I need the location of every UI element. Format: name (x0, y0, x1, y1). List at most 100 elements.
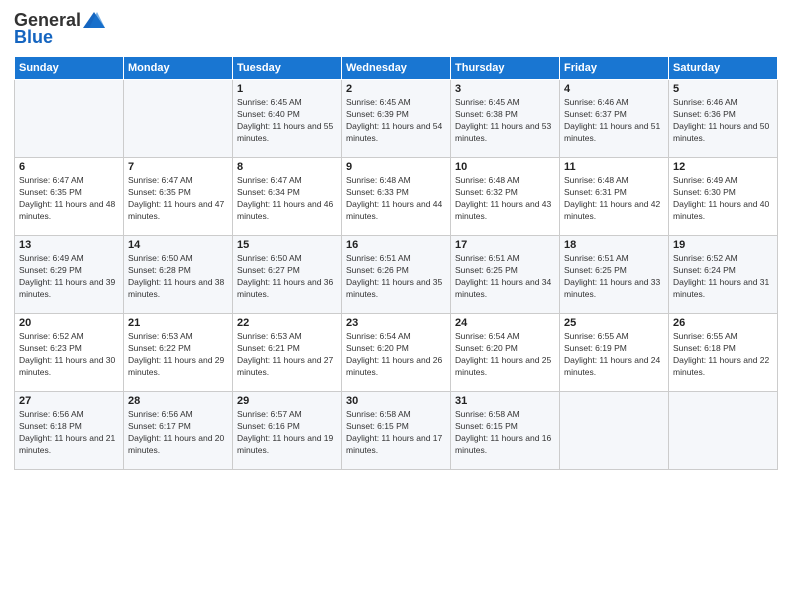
day-info: Sunrise: 6:56 AMSunset: 6:17 PMDaylight:… (128, 409, 224, 455)
day-number: 25 (564, 317, 664, 329)
calendar-cell: 24 Sunrise: 6:54 AMSunset: 6:20 PMDaylig… (451, 314, 560, 392)
day-number: 24 (455, 317, 555, 329)
weekday-header: Monday (124, 57, 233, 80)
calendar-cell: 23 Sunrise: 6:54 AMSunset: 6:20 PMDaylig… (342, 314, 451, 392)
calendar-cell: 26 Sunrise: 6:55 AMSunset: 6:18 PMDaylig… (669, 314, 778, 392)
day-number: 18 (564, 239, 664, 251)
calendar-cell: 18 Sunrise: 6:51 AMSunset: 6:25 PMDaylig… (560, 236, 669, 314)
calendar-cell: 11 Sunrise: 6:48 AMSunset: 6:31 PMDaylig… (560, 158, 669, 236)
calendar-cell: 8 Sunrise: 6:47 AMSunset: 6:34 PMDayligh… (233, 158, 342, 236)
day-info: Sunrise: 6:52 AMSunset: 6:24 PMDaylight:… (673, 253, 769, 299)
day-number: 8 (237, 161, 337, 173)
calendar-cell: 25 Sunrise: 6:55 AMSunset: 6:19 PMDaylig… (560, 314, 669, 392)
calendar-cell: 27 Sunrise: 6:56 AMSunset: 6:18 PMDaylig… (15, 392, 124, 470)
calendar-cell: 15 Sunrise: 6:50 AMSunset: 6:27 PMDaylig… (233, 236, 342, 314)
day-info: Sunrise: 6:55 AMSunset: 6:18 PMDaylight:… (673, 331, 769, 377)
calendar-cell: 16 Sunrise: 6:51 AMSunset: 6:26 PMDaylig… (342, 236, 451, 314)
day-number: 27 (19, 395, 119, 407)
weekday-header: Thursday (451, 57, 560, 80)
header: General Blue (14, 10, 778, 48)
day-info: Sunrise: 6:48 AMSunset: 6:33 PMDaylight:… (346, 175, 442, 221)
weekday-header: Saturday (669, 57, 778, 80)
day-info: Sunrise: 6:51 AMSunset: 6:26 PMDaylight:… (346, 253, 442, 299)
day-number: 21 (128, 317, 228, 329)
day-number: 23 (346, 317, 446, 329)
calendar-cell (15, 80, 124, 158)
calendar-cell: 21 Sunrise: 6:53 AMSunset: 6:22 PMDaylig… (124, 314, 233, 392)
day-number: 14 (128, 239, 228, 251)
day-number: 5 (673, 83, 773, 95)
day-number: 22 (237, 317, 337, 329)
day-info: Sunrise: 6:54 AMSunset: 6:20 PMDaylight:… (346, 331, 442, 377)
calendar-cell: 5 Sunrise: 6:46 AMSunset: 6:36 PMDayligh… (669, 80, 778, 158)
calendar-cell: 7 Sunrise: 6:47 AMSunset: 6:35 PMDayligh… (124, 158, 233, 236)
day-info: Sunrise: 6:53 AMSunset: 6:21 PMDaylight:… (237, 331, 333, 377)
day-info: Sunrise: 6:49 AMSunset: 6:30 PMDaylight:… (673, 175, 769, 221)
day-number: 10 (455, 161, 555, 173)
calendar-cell (669, 392, 778, 470)
calendar-cell: 14 Sunrise: 6:50 AMSunset: 6:28 PMDaylig… (124, 236, 233, 314)
weekday-header: Tuesday (233, 57, 342, 80)
calendar-cell: 10 Sunrise: 6:48 AMSunset: 6:32 PMDaylig… (451, 158, 560, 236)
day-info: Sunrise: 6:45 AMSunset: 6:40 PMDaylight:… (237, 97, 333, 143)
day-info: Sunrise: 6:54 AMSunset: 6:20 PMDaylight:… (455, 331, 551, 377)
day-info: Sunrise: 6:58 AMSunset: 6:15 PMDaylight:… (455, 409, 551, 455)
day-info: Sunrise: 6:55 AMSunset: 6:19 PMDaylight:… (564, 331, 660, 377)
day-number: 12 (673, 161, 773, 173)
calendar-cell: 30 Sunrise: 6:58 AMSunset: 6:15 PMDaylig… (342, 392, 451, 470)
day-number: 1 (237, 83, 337, 95)
day-info: Sunrise: 6:50 AMSunset: 6:27 PMDaylight:… (237, 253, 333, 299)
logo-icon (83, 10, 105, 30)
day-number: 2 (346, 83, 446, 95)
calendar-cell: 4 Sunrise: 6:46 AMSunset: 6:37 PMDayligh… (560, 80, 669, 158)
weekday-header: Friday (560, 57, 669, 80)
day-info: Sunrise: 6:57 AMSunset: 6:16 PMDaylight:… (237, 409, 333, 455)
page: General Blue SundayMondayTuesdayWednesda… (0, 0, 792, 612)
day-number: 20 (19, 317, 119, 329)
calendar-cell: 19 Sunrise: 6:52 AMSunset: 6:24 PMDaylig… (669, 236, 778, 314)
day-number: 7 (128, 161, 228, 173)
day-info: Sunrise: 6:45 AMSunset: 6:38 PMDaylight:… (455, 97, 551, 143)
weekday-header: Sunday (15, 57, 124, 80)
day-number: 4 (564, 83, 664, 95)
logo-text-blue: Blue (14, 27, 53, 48)
calendar-cell: 20 Sunrise: 6:52 AMSunset: 6:23 PMDaylig… (15, 314, 124, 392)
day-number: 16 (346, 239, 446, 251)
day-info: Sunrise: 6:52 AMSunset: 6:23 PMDaylight:… (19, 331, 115, 377)
calendar-cell: 17 Sunrise: 6:51 AMSunset: 6:25 PMDaylig… (451, 236, 560, 314)
calendar-cell (560, 392, 669, 470)
calendar-cell (124, 80, 233, 158)
calendar-cell: 29 Sunrise: 6:57 AMSunset: 6:16 PMDaylig… (233, 392, 342, 470)
calendar-cell: 28 Sunrise: 6:56 AMSunset: 6:17 PMDaylig… (124, 392, 233, 470)
day-number: 29 (237, 395, 337, 407)
day-number: 3 (455, 83, 555, 95)
day-info: Sunrise: 6:47 AMSunset: 6:35 PMDaylight:… (19, 175, 115, 221)
calendar-cell: 2 Sunrise: 6:45 AMSunset: 6:39 PMDayligh… (342, 80, 451, 158)
calendar-cell: 3 Sunrise: 6:45 AMSunset: 6:38 PMDayligh… (451, 80, 560, 158)
weekday-header: Wednesday (342, 57, 451, 80)
day-number: 6 (19, 161, 119, 173)
day-info: Sunrise: 6:48 AMSunset: 6:31 PMDaylight:… (564, 175, 660, 221)
day-number: 17 (455, 239, 555, 251)
day-info: Sunrise: 6:56 AMSunset: 6:18 PMDaylight:… (19, 409, 115, 455)
day-info: Sunrise: 6:49 AMSunset: 6:29 PMDaylight:… (19, 253, 115, 299)
calendar-table: SundayMondayTuesdayWednesdayThursdayFrid… (14, 56, 778, 470)
day-number: 31 (455, 395, 555, 407)
day-number: 30 (346, 395, 446, 407)
day-info: Sunrise: 6:46 AMSunset: 6:36 PMDaylight:… (673, 97, 769, 143)
day-number: 11 (564, 161, 664, 173)
calendar-cell: 12 Sunrise: 6:49 AMSunset: 6:30 PMDaylig… (669, 158, 778, 236)
day-info: Sunrise: 6:45 AMSunset: 6:39 PMDaylight:… (346, 97, 442, 143)
day-info: Sunrise: 6:51 AMSunset: 6:25 PMDaylight:… (455, 253, 551, 299)
day-info: Sunrise: 6:47 AMSunset: 6:35 PMDaylight:… (128, 175, 224, 221)
day-number: 9 (346, 161, 446, 173)
calendar-cell: 6 Sunrise: 6:47 AMSunset: 6:35 PMDayligh… (15, 158, 124, 236)
day-number: 26 (673, 317, 773, 329)
day-info: Sunrise: 6:58 AMSunset: 6:15 PMDaylight:… (346, 409, 442, 455)
calendar-cell: 13 Sunrise: 6:49 AMSunset: 6:29 PMDaylig… (15, 236, 124, 314)
day-number: 28 (128, 395, 228, 407)
day-info: Sunrise: 6:50 AMSunset: 6:28 PMDaylight:… (128, 253, 224, 299)
day-number: 15 (237, 239, 337, 251)
day-info: Sunrise: 6:48 AMSunset: 6:32 PMDaylight:… (455, 175, 551, 221)
calendar-cell: 31 Sunrise: 6:58 AMSunset: 6:15 PMDaylig… (451, 392, 560, 470)
